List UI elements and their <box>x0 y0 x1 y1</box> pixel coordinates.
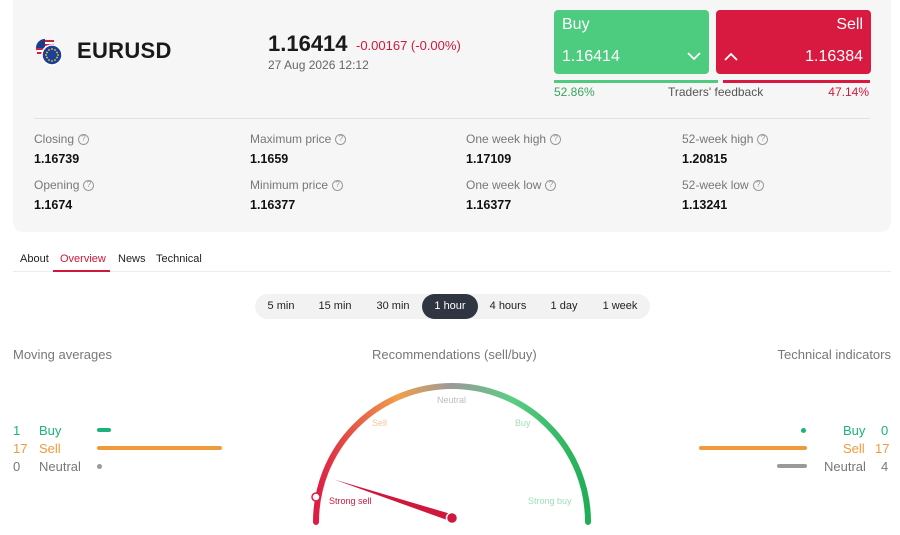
technical-indicators-title: Technical indicators <box>777 347 891 362</box>
stat-value: 1.1659 <box>250 152 289 166</box>
stat-value: 1.16377 <box>466 198 512 212</box>
ma-neutral-count: 0 <box>13 459 21 474</box>
help-icon[interactable]: ? <box>545 179 557 191</box>
buy-button-label: Buy <box>562 16 590 33</box>
feedback-label: Traders' feedback <box>668 85 764 99</box>
stat-value: 1.13241 <box>682 198 728 212</box>
price-timestamp: 27 Aug 2026 12:12 <box>268 58 369 72</box>
recommendations-title: Recommendations (sell/buy) <box>372 347 537 362</box>
help-icon[interactable]: ? <box>332 179 344 191</box>
stat-value: 1.16377 <box>250 198 296 212</box>
sell-button[interactable]: Sell 1.16384 <box>716 10 871 74</box>
feedback-buy-bar <box>554 80 718 83</box>
stat-one-week-high: One week high? 1.17109 <box>466 132 562 166</box>
ma-buy-count: 1 <box>13 423 21 438</box>
moving-averages-title: Moving averages <box>13 347 112 362</box>
gauge-marker <box>311 492 321 502</box>
stat-52-week-low: 52-week low? 1.13241 <box>682 178 764 212</box>
buy-price: 1.16414 <box>562 48 620 65</box>
help-icon[interactable]: ? <box>83 179 95 191</box>
period-15-min[interactable]: 15 min <box>311 294 359 319</box>
gauge-label-sell: Sell <box>372 418 387 428</box>
feedback-buy-percent: 52.86% <box>554 85 595 99</box>
price-change: -0.00167 (-0.00%) <box>356 38 461 53</box>
period-4-hours[interactable]: 4 hours <box>483 294 533 319</box>
help-icon[interactable]: ? <box>335 133 347 145</box>
stat-label: One week high <box>466 132 547 146</box>
sell-price: 1.16384 <box>805 48 863 65</box>
feedback-sell-bar <box>723 80 870 83</box>
period-30-min[interactable]: 30 min <box>368 294 418 319</box>
ma-sell-label: Sell <box>39 441 61 456</box>
stat-label: 52-week low <box>682 178 749 192</box>
stat-label: Opening <box>34 178 80 192</box>
chevron-down-icon <box>687 52 701 61</box>
period-1-hour[interactable]: 1 hour <box>422 294 478 319</box>
tab-about[interactable]: About <box>20 253 49 265</box>
ti-neutral-count: 4 <box>881 459 889 474</box>
stat-one-week-low: One week low? 1.16377 <box>466 178 557 212</box>
stat-maximum-price: Maximum price? 1.1659 <box>250 132 347 166</box>
ma-buy-bar <box>97 428 111 432</box>
section-tabs: About Overview News Technical <box>13 249 891 272</box>
stat-closing: Closing? 1.16739 <box>34 132 90 166</box>
feedback-sell-percent: 47.14% <box>828 85 869 99</box>
ma-buy-label: Buy <box>39 423 62 438</box>
help-icon[interactable]: ? <box>757 133 769 145</box>
tab-overview[interactable]: Overview <box>60 253 106 265</box>
stat-label: One week low <box>466 178 542 192</box>
active-tab-indicator <box>53 270 110 272</box>
buy-button[interactable]: Buy 1.16414 <box>554 10 709 74</box>
stat-label: 52-week high <box>682 132 754 146</box>
period-1-week[interactable]: 1 week <box>595 294 645 319</box>
gauge-label-strong-buy: Strong buy <box>528 496 572 506</box>
current-price: 1.16414 <box>268 31 348 56</box>
stat-label: Closing <box>34 132 75 146</box>
ma-sell-bar <box>97 446 222 450</box>
tab-technical[interactable]: Technical <box>156 253 202 265</box>
help-icon[interactable]: ? <box>550 133 562 145</box>
ma-neutral-bar <box>97 464 102 469</box>
stat-value: 1.17109 <box>466 152 512 166</box>
instrument-symbol: EURUSD <box>77 38 172 63</box>
chevron-up-icon <box>724 52 738 61</box>
stat-minimum-price: Minimum price? 1.16377 <box>250 178 344 212</box>
period-selector: 5 min 15 min 30 min 1 hour 4 hours 1 day… <box>255 294 650 319</box>
stat-value: 1.1674 <box>34 198 73 212</box>
period-5-min[interactable]: 5 min <box>259 294 303 319</box>
stat-opening: Opening? 1.1674 <box>34 178 95 212</box>
stat-52-week-high: 52-week high? 1.20815 <box>682 132 769 166</box>
period-1-day[interactable]: 1 day <box>541 294 587 319</box>
gauge-label-buy: Buy <box>515 418 531 428</box>
gauge-needle-hub <box>445 511 459 525</box>
ti-sell-label: Sell <box>843 441 865 456</box>
ma-neutral-label: Neutral <box>39 459 81 474</box>
help-icon[interactable]: ? <box>752 179 764 191</box>
ti-buy-label: Buy <box>843 423 866 438</box>
gauge-label-neutral: Neutral <box>437 395 466 405</box>
summary-divider <box>34 118 870 119</box>
ti-neutral-label: Neutral <box>824 459 866 474</box>
sell-button-label: Sell <box>836 16 863 33</box>
help-icon[interactable]: ? <box>78 133 90 145</box>
ti-neutral-bar <box>777 464 807 468</box>
eur-usd-flag-icon <box>35 38 63 66</box>
stat-value: 1.20815 <box>682 152 728 166</box>
stat-label: Minimum price <box>250 178 329 192</box>
ti-buy-bar <box>801 428 806 433</box>
ti-sell-count: 17 <box>875 441 890 456</box>
recommendation-gauge: Strong sell Sell Neutral Buy Strong buy <box>311 383 591 525</box>
ti-buy-count: 0 <box>881 423 889 438</box>
ti-sell-bar <box>699 446 807 450</box>
ma-sell-count: 17 <box>13 441 28 456</box>
stat-value: 1.16739 <box>34 152 80 166</box>
gauge-label-strong-sell: Strong sell <box>329 496 372 506</box>
tab-news[interactable]: News <box>118 253 146 265</box>
stat-label: Maximum price <box>250 132 332 146</box>
